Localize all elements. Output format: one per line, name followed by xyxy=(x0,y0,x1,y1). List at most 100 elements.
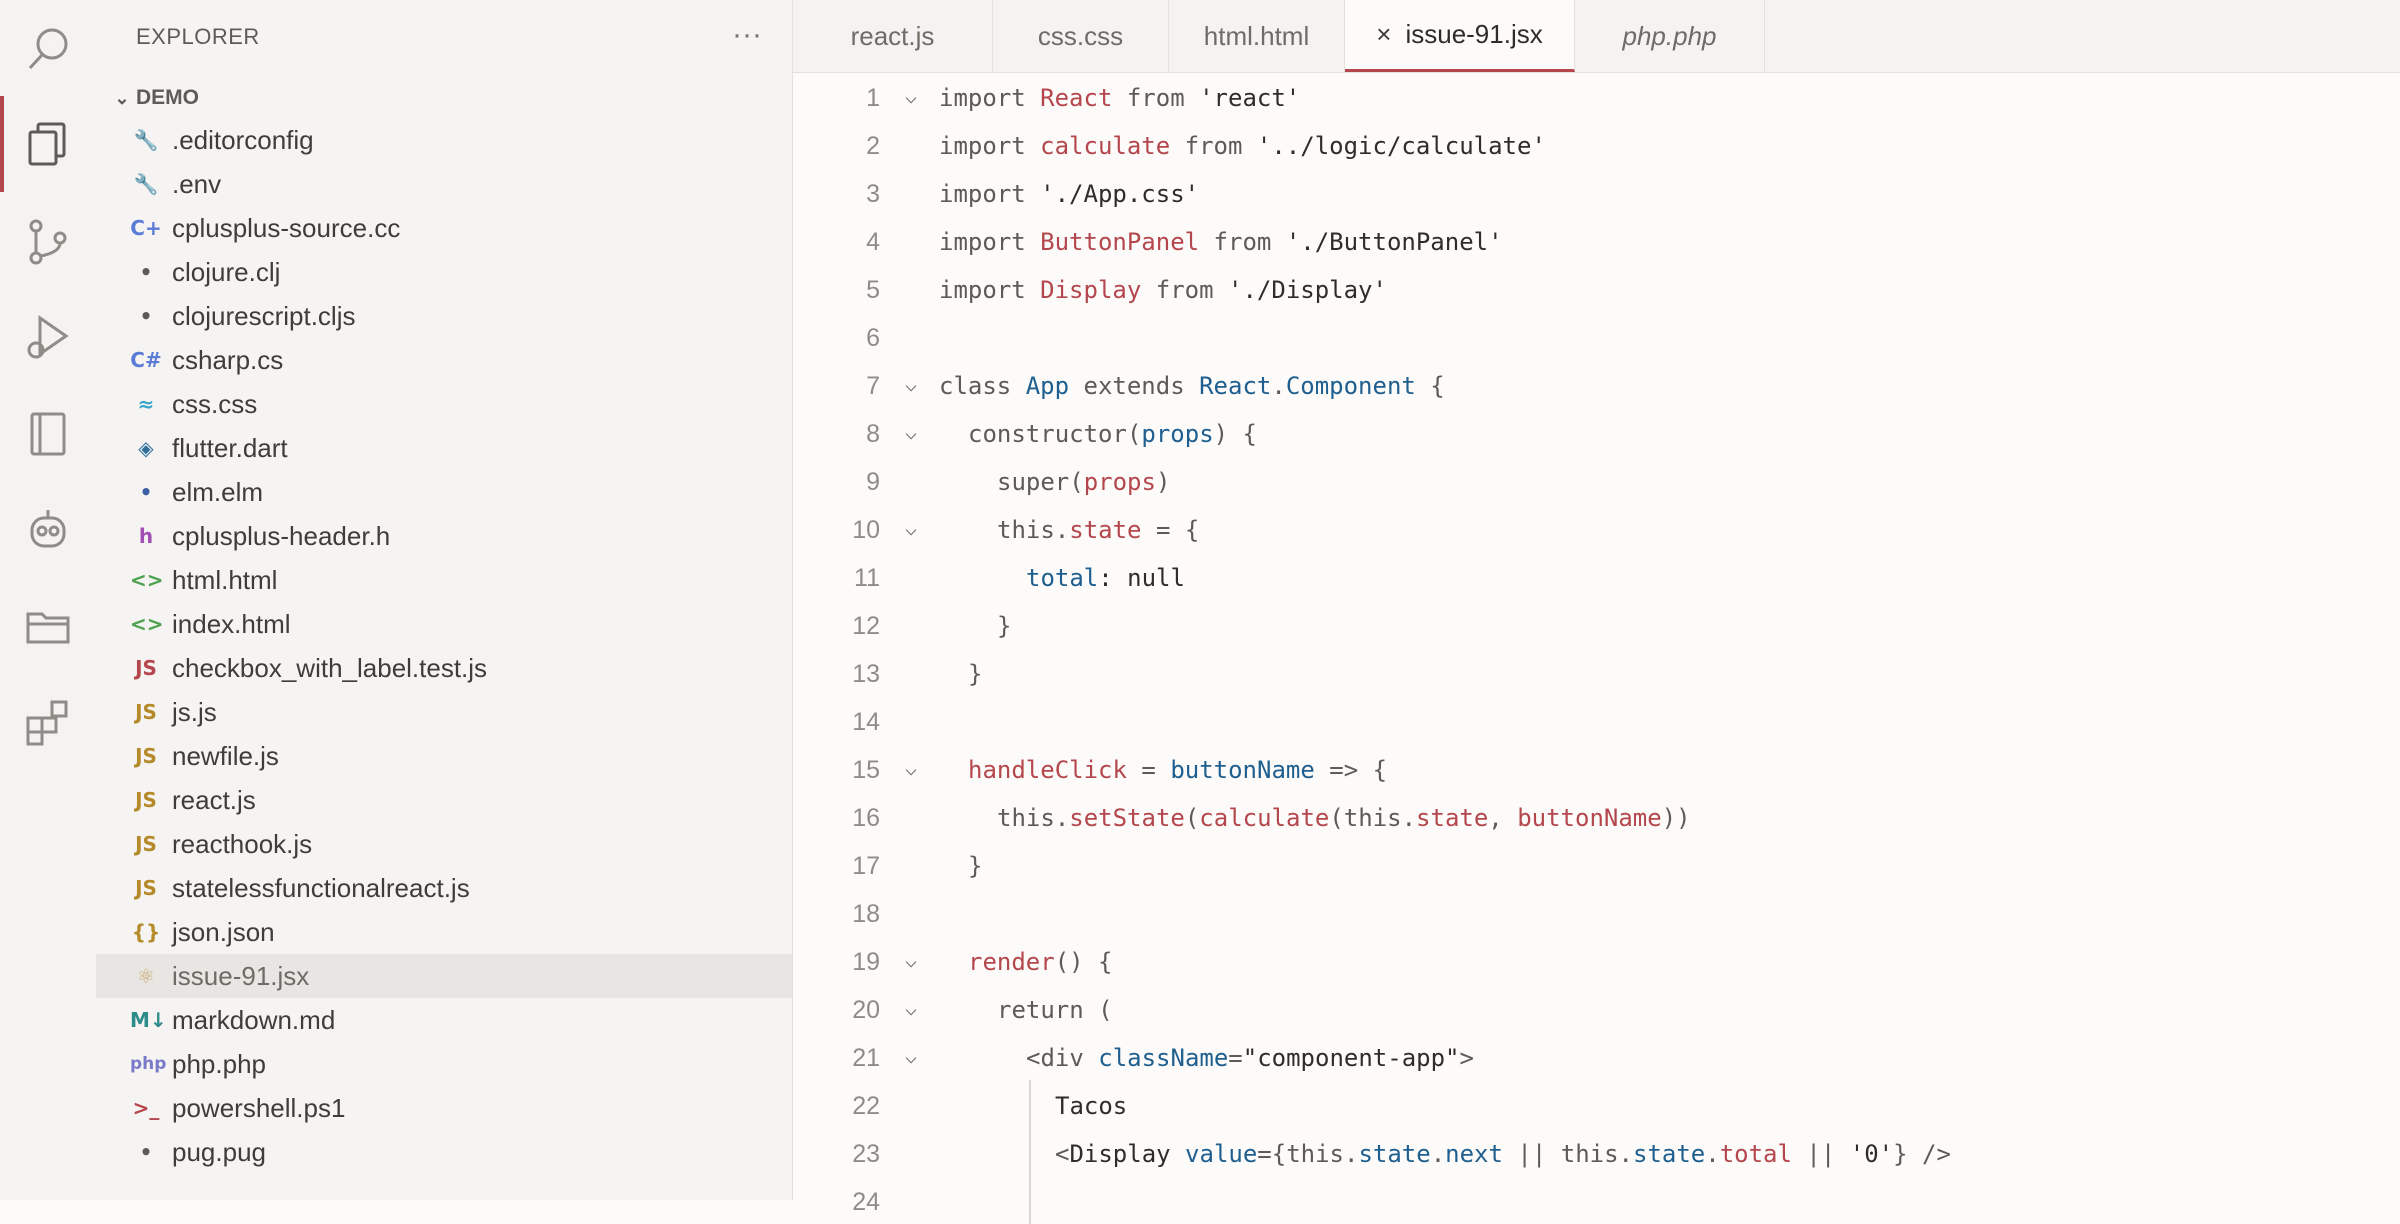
file-item[interactable]: JS checkbox_with_label.test.js xyxy=(96,646,792,690)
file-item[interactable]: <> index.html xyxy=(96,602,792,646)
file-item[interactable]: JS reacthook.js xyxy=(96,822,792,866)
line-number: 19 xyxy=(852,948,880,976)
file-item[interactable]: <> html.html xyxy=(96,558,792,602)
code-line: 1 ⌵ import React from 'react' xyxy=(793,72,2400,120)
file-item[interactable]: JS js.js xyxy=(96,690,792,734)
line-number: 8 xyxy=(866,420,880,448)
file-item[interactable]: 🔧 .env xyxy=(96,162,792,206)
files-icon xyxy=(28,122,66,166)
file-item[interactable]: h cplusplus-header.h xyxy=(96,514,792,558)
file-item[interactable]: • elm.elm xyxy=(96,470,792,514)
file-item[interactable]: • clojurescript.cljs xyxy=(96,294,792,338)
fold-chevron-icon[interactable]: ⌵ xyxy=(905,756,929,780)
file-item[interactable]: {} json.json xyxy=(96,910,792,954)
fold-chevron-icon[interactable]: ⌵ xyxy=(905,996,929,1020)
file-item[interactable]: JS newfile.js xyxy=(96,734,792,778)
file-item[interactable]: M↓ markdown.md xyxy=(96,998,792,1042)
code-text: constructor(props) { xyxy=(968,420,1257,448)
fold-chevron-icon[interactable]: ⌵ xyxy=(905,948,929,972)
file-item[interactable]: JS statelessfunctionalreact.js xyxy=(96,866,792,910)
code-line: 19 ⌵ render() { xyxy=(793,936,2400,984)
file-item[interactable]: JS react.js xyxy=(96,778,792,822)
file-name: react.js xyxy=(172,784,256,815)
line-number: 24 xyxy=(852,1188,880,1216)
file-type-icon: • xyxy=(139,480,153,504)
file-type-icon: • xyxy=(139,304,153,328)
file-type-icon: php xyxy=(130,1054,167,1074)
file-name: issue-91.jsx xyxy=(172,960,310,991)
fold-chevron-icon[interactable]: ⌵ xyxy=(905,420,929,444)
fold-chevron-icon[interactable]: ⌵ xyxy=(905,84,929,108)
file-name: newfile.js xyxy=(172,740,279,771)
activity-files[interactable] xyxy=(0,96,96,192)
code-line: 7 ⌵ class App extends React.Component { xyxy=(793,360,2400,408)
file-name: clojurescript.cljs xyxy=(172,300,356,331)
code-line: 4 import ButtonPanel from './ButtonPanel' xyxy=(793,216,2400,264)
code-line: 8 ⌵ constructor(props) { xyxy=(793,408,2400,456)
file-item[interactable]: 🔧 .editorconfig xyxy=(96,118,792,162)
tab-label: html.html xyxy=(1203,20,1310,51)
activity-extensions[interactable] xyxy=(0,674,96,770)
file-type-icon: ≈ xyxy=(137,392,155,416)
explorer-sidebar: EXPLORER ··· ⌄ DEMO 🔧 .editorconfig 🔧 .env C… xyxy=(96,0,793,1200)
tab-label: php.php xyxy=(1622,20,1717,51)
activity-notebook[interactable] xyxy=(0,386,96,482)
close-icon[interactable]: × xyxy=(1376,19,1391,50)
code-text: } xyxy=(968,852,983,880)
code-line: 14 xyxy=(793,696,2400,744)
tab-issue-91-jsx[interactable]: × issue-91.jsx xyxy=(1345,0,1575,72)
tab-label: issue-91.jsx xyxy=(1405,19,1543,49)
activity-robot[interactable] xyxy=(0,482,96,578)
code-text: <Display value={this.state.next || this.… xyxy=(1055,1140,1951,1168)
line-number: 18 xyxy=(852,900,880,928)
activity-run-debug[interactable] xyxy=(0,290,96,386)
file-type-icon: C# xyxy=(130,348,162,372)
line-number: 5 xyxy=(866,276,880,304)
file-type-icon: JS xyxy=(135,832,157,856)
file-type-icon: ⚛ xyxy=(137,964,155,988)
activity-source-control[interactable] xyxy=(0,194,96,290)
line-number: 1 xyxy=(866,84,880,112)
line-number: 23 xyxy=(852,1140,880,1168)
file-item[interactable]: ⚛ issue-91.jsx xyxy=(96,954,792,998)
tab-react-js[interactable]: react.js xyxy=(793,0,993,72)
file-type-icon: JS xyxy=(135,744,157,768)
file-type-icon: 🔧 xyxy=(133,172,159,196)
tab-php-php[interactable]: php.php xyxy=(1575,0,1765,72)
code-text: handleClick = buttonName => { xyxy=(968,756,1388,784)
file-item[interactable]: • clojure.clj xyxy=(96,250,792,294)
line-number: 10 xyxy=(852,516,880,544)
file-item[interactable]: ◈ flutter.dart xyxy=(96,426,792,470)
tab-html-html[interactable]: html.html xyxy=(1169,0,1345,72)
file-name: json.json xyxy=(172,916,275,947)
code-view[interactable]: 1 ⌵ import React from 'react' 2 import calcu… xyxy=(793,72,2400,1224)
file-item[interactable]: php php.php xyxy=(96,1042,792,1086)
fold-chevron-icon[interactable]: ⌵ xyxy=(905,372,929,396)
file-type-icon: {} xyxy=(131,920,161,944)
code-text: import React from 'react' xyxy=(939,84,1301,112)
workspace-section-header[interactable]: ⌄ DEMO xyxy=(108,80,199,116)
line-number: 20 xyxy=(852,996,880,1024)
file-item[interactable]: • pug.pug xyxy=(96,1130,792,1174)
code-text: import './App.css' xyxy=(939,180,1200,208)
file-item[interactable]: C+ cplusplus-source.cc xyxy=(96,206,792,250)
activity-search[interactable] xyxy=(0,0,96,96)
folder-icon xyxy=(26,612,70,644)
indent-guide xyxy=(1029,1176,1031,1224)
editor-area: react.js css.css html.html × issue-91.jsx php… xyxy=(793,0,2400,1224)
fold-chevron-icon[interactable]: ⌵ xyxy=(905,516,929,540)
tab-css-css[interactable]: css.css xyxy=(993,0,1169,72)
line-number: 12 xyxy=(852,612,880,640)
file-item[interactable]: C# csharp.cs xyxy=(96,338,792,382)
code-line: 13} xyxy=(793,648,2400,696)
fold-chevron-icon[interactable]: ⌵ xyxy=(905,1044,929,1068)
file-name: elm.elm xyxy=(172,476,264,507)
file-name: checkbox_with_label.test.js xyxy=(172,652,488,683)
file-name: js.js xyxy=(172,696,217,727)
explorer-title: EXPLORER xyxy=(136,24,260,49)
more-actions-icon[interactable]: ··· xyxy=(732,18,762,52)
file-item[interactable]: ≈ css.css xyxy=(96,382,792,426)
file-item[interactable]: >_ powershell.ps1 xyxy=(96,1086,792,1130)
activity-folder[interactable] xyxy=(0,578,96,674)
file-type-icon: <> xyxy=(130,568,164,592)
